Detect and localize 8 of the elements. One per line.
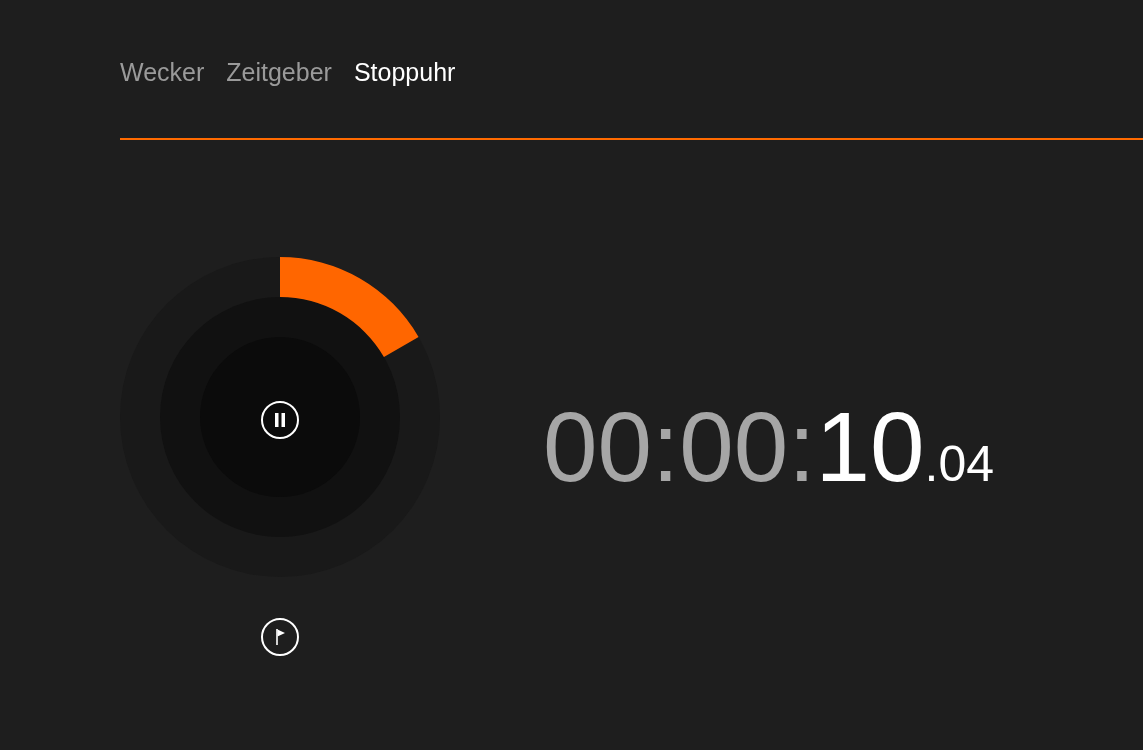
flag-icon (260, 617, 300, 657)
pause-icon (260, 400, 300, 440)
tab[interactable]: Wecker (120, 52, 205, 92)
lap-button[interactable] (260, 617, 300, 657)
tab[interactable]: Stoppuhr (353, 52, 456, 92)
pause-button[interactable] (260, 400, 300, 440)
elapsed-time: 00:00:10.04 (543, 398, 994, 496)
tab[interactable]: Zeitgeber (226, 52, 332, 92)
